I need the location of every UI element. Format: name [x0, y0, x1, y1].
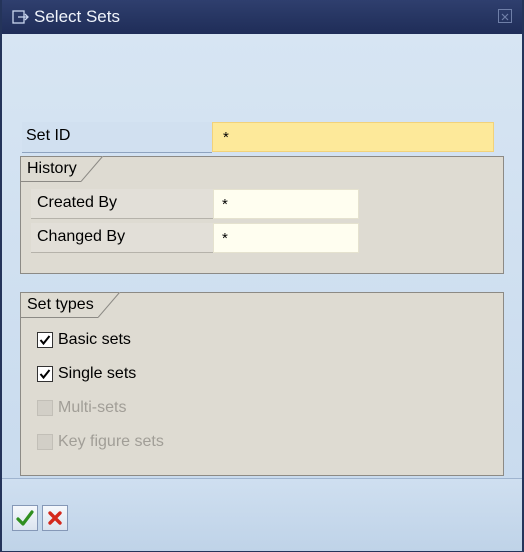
- single-sets-option[interactable]: Single sets: [37, 363, 136, 385]
- confirm-button[interactable]: [12, 505, 38, 531]
- single-sets-checkbox[interactable]: [37, 366, 53, 382]
- dialog-content: Set ID History Created By Changed By Set…: [2, 34, 522, 478]
- history-title: History: [27, 160, 77, 177]
- set-types-title: Set types: [27, 296, 94, 313]
- history-group: History Created By Changed By: [20, 156, 504, 274]
- close-button[interactable]: [498, 9, 512, 23]
- tab-slant: [97, 292, 120, 318]
- changed-by-label-text: Changed By: [37, 228, 126, 245]
- select-sets-dialog: Select Sets Set ID History Created By Ch…: [0, 0, 524, 552]
- created-by-label: Created By: [31, 189, 217, 219]
- created-by-input[interactable]: [213, 189, 359, 219]
- window-title: Select Sets: [34, 7, 120, 26]
- set-id-label: Set ID: [22, 122, 212, 153]
- basic-sets-option[interactable]: Basic sets: [37, 329, 131, 351]
- multi-sets-checkbox: [37, 400, 53, 416]
- multi-sets-option: Multi-sets: [37, 397, 126, 419]
- key-figure-sets-label: Key figure sets: [58, 433, 164, 450]
- check-icon: [39, 335, 51, 346]
- changed-by-label: Changed By: [31, 223, 217, 253]
- set-types-group-header: Set types: [20, 292, 120, 318]
- checkmark-icon: [16, 510, 34, 526]
- set-types-group: Set types Basic sets Single sets Multi-s…: [20, 292, 504, 476]
- close-icon: [501, 13, 509, 21]
- basic-sets-label: Basic sets: [58, 331, 131, 348]
- set-id-label-text: Set ID: [26, 127, 71, 144]
- single-sets-label: Single sets: [58, 365, 137, 382]
- tab-slant: [80, 156, 103, 182]
- created-by-label-text: Created By: [37, 194, 118, 211]
- history-group-header: History: [20, 156, 103, 182]
- dialog-icon: [12, 10, 29, 24]
- title-bar: Select Sets: [2, 0, 522, 34]
- check-icon: [39, 369, 51, 380]
- dialog-footer: [2, 478, 522, 551]
- key-figure-sets-checkbox: [37, 434, 53, 450]
- cancel-icon: [48, 511, 62, 525]
- changed-by-input[interactable]: [213, 223, 359, 253]
- set-id-input[interactable]: [212, 122, 494, 152]
- cancel-button[interactable]: [42, 505, 68, 531]
- basic-sets-checkbox[interactable]: [37, 332, 53, 348]
- multi-sets-label: Multi-sets: [58, 399, 127, 416]
- key-figure-sets-option: Key figure sets: [37, 431, 164, 453]
